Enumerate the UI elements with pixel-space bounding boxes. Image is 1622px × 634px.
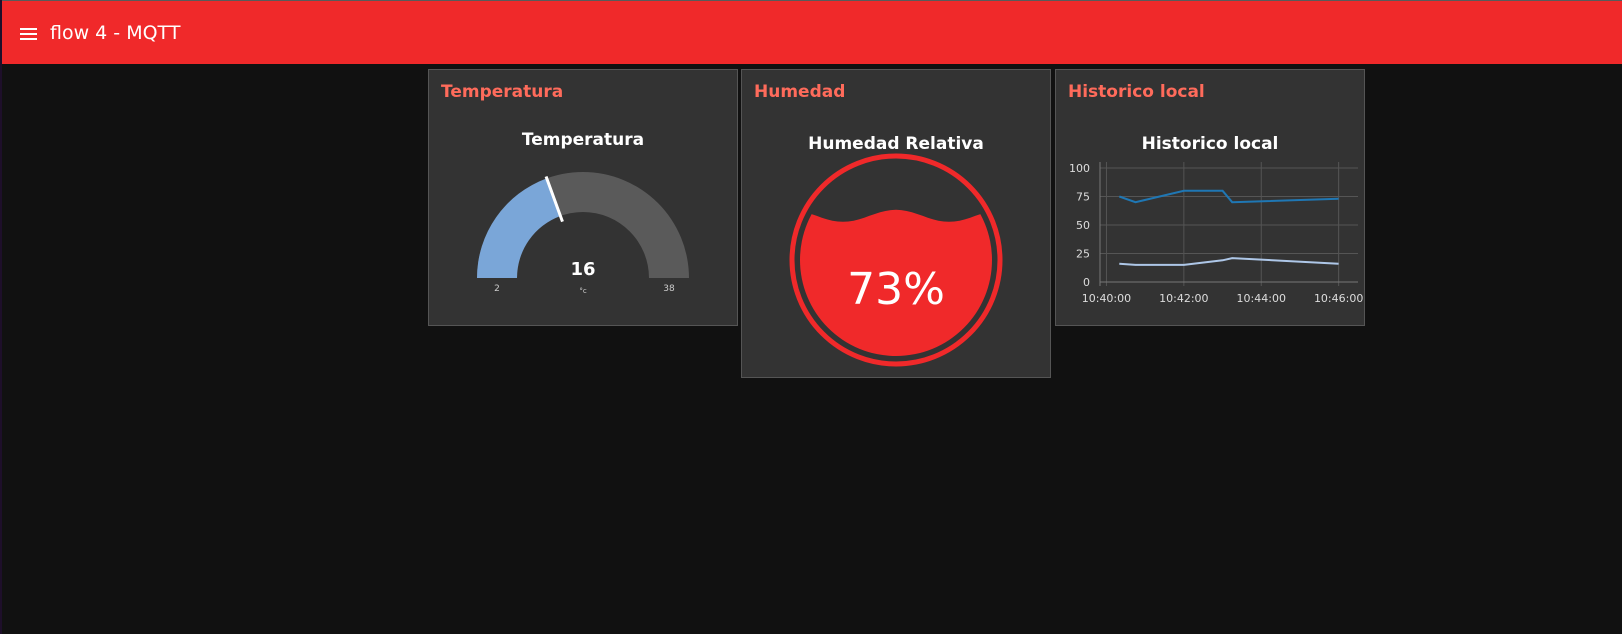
history-line-chart: 100 75 50 25 0 10:40:00 10:42:00 10:44:00 10:46:… xyxy=(1069,162,1363,305)
x-tick-label: 10:44:00 xyxy=(1237,292,1286,305)
humidity-value: 73% xyxy=(847,264,945,315)
page-title: flow 4 - MQTT xyxy=(50,22,181,44)
x-tick-label: 10:46:00 xyxy=(1314,292,1363,305)
y-tick-label: 25 xyxy=(1076,248,1090,261)
y-tick-label: 0 xyxy=(1083,276,1090,289)
top-toolbar: flow 4 - MQTT xyxy=(2,0,1622,64)
window-edge xyxy=(0,0,2,634)
series-line-2 xyxy=(1119,257,1339,266)
gauge-unit: °c xyxy=(579,287,587,295)
gauge-min-label: 2 xyxy=(494,284,500,294)
humidity-liquid-gauge: 73% xyxy=(789,153,1003,367)
hamburger-menu-icon[interactable] xyxy=(18,23,40,43)
x-tick-label: 10:42:00 xyxy=(1159,292,1208,305)
x-tick-label: 10:40:00 xyxy=(1082,292,1131,305)
temperature-gauge: 16 °c 2 38 xyxy=(477,172,689,295)
y-tick-label: 100 xyxy=(1069,162,1090,175)
history-card: Historico local Historico local 100 75 50 2… xyxy=(1055,69,1365,326)
gauge-max-label: 38 xyxy=(663,284,675,294)
gauge-fill xyxy=(477,178,561,278)
temperature-card: Temperatura Temperatura 16 °c 2 38 xyxy=(428,69,738,326)
humidity-card: Humedad Humedad Relativa 73% xyxy=(741,69,1051,378)
y-tick-label: 75 xyxy=(1076,191,1090,204)
gauge-value: 16 xyxy=(570,259,595,280)
y-tick-label: 50 xyxy=(1076,219,1090,232)
